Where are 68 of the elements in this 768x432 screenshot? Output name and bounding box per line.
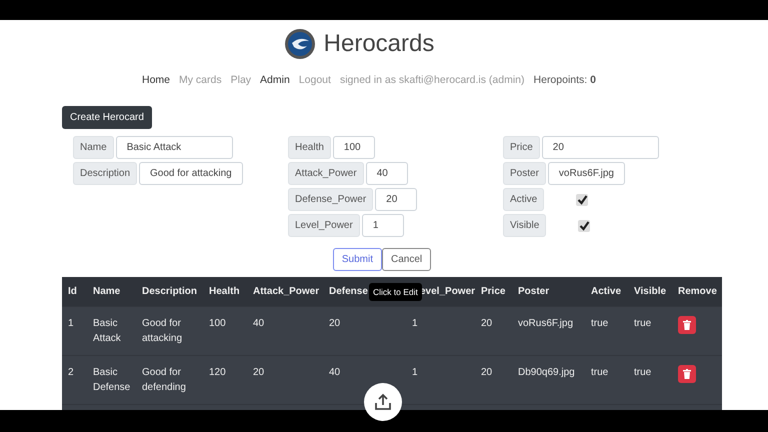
- table-cell: 40: [329, 367, 340, 378]
- table-cell: 100: [209, 318, 226, 329]
- checkbox[interactable]: [576, 194, 588, 206]
- column-header: Id: [68, 286, 77, 297]
- table-cell: 1: [412, 367, 418, 378]
- field-label: Visible: [503, 214, 546, 237]
- delete-button[interactable]: [678, 365, 696, 383]
- tooltip: Click to Edit: [369, 283, 422, 301]
- create-herocard-button[interactable]: Create Herocard: [62, 106, 152, 129]
- input-field[interactable]: 100: [332, 136, 375, 159]
- table-cell: true: [634, 367, 652, 378]
- table-cell: 20: [481, 318, 492, 329]
- trash-icon: [683, 320, 691, 330]
- input-field[interactable]: 20: [375, 188, 418, 211]
- column-header: Name: [93, 286, 120, 297]
- site-title: Herocards: [324, 30, 434, 58]
- nav-link[interactable]: Home: [142, 74, 170, 86]
- form-button[interactable]: Submit: [332, 248, 382, 271]
- table-cell: Good for defending: [142, 367, 186, 393]
- field-label: Active: [503, 188, 544, 211]
- field-label: Defense_Power: [288, 188, 374, 211]
- column-header: evel_Power: [420, 286, 476, 297]
- trash-icon: [683, 369, 691, 379]
- field-label: Price: [503, 136, 540, 159]
- table-cell: 20: [481, 367, 492, 378]
- form-button[interactable]: Cancel: [382, 248, 432, 271]
- table-cell: 40: [253, 318, 264, 329]
- field-label: Attack_Power: [288, 162, 364, 185]
- input-field[interactable]: 1: [362, 214, 404, 237]
- input-field[interactable]: 40: [366, 162, 408, 185]
- input-field[interactable]: 20: [542, 136, 659, 159]
- column-header: Health: [209, 286, 240, 297]
- delete-button[interactable]: [678, 316, 696, 334]
- table-cell: 20: [329, 318, 340, 329]
- column-header: Price: [481, 286, 506, 297]
- table-cell: 1: [68, 318, 74, 329]
- field-label: Health: [288, 136, 331, 159]
- field-label: Name: [73, 136, 114, 159]
- field-label: Description: [73, 162, 138, 185]
- table-cell: 1: [412, 318, 418, 329]
- table-cell: 120: [209, 367, 226, 378]
- checkbox[interactable]: [578, 220, 590, 232]
- input-field[interactable]: Good for attacking: [139, 162, 243, 185]
- logo-icon: [284, 28, 316, 60]
- heropoints-text: Heropoints: 0: [534, 74, 596, 86]
- column-header: Remove: [678, 286, 717, 297]
- input-field[interactable]: voRus6F.jpg: [548, 162, 625, 185]
- nav-link[interactable]: Admin: [260, 74, 290, 86]
- column-header: Poster: [518, 286, 550, 297]
- field-label: Level_Power: [288, 214, 360, 237]
- table-cell: true: [634, 318, 652, 329]
- input-field[interactable]: Basic Attack: [116, 136, 233, 159]
- column-header: Active: [591, 286, 622, 297]
- table-cell: Basic Defense: [93, 367, 130, 393]
- column-header: Defense: [329, 286, 368, 297]
- table-cell: Basic Attack: [93, 318, 121, 344]
- signed-in-text: signed in as skafti@herocard.is (admin): [340, 74, 525, 86]
- table-cell: 20: [253, 367, 264, 378]
- field-label: Poster: [503, 162, 546, 185]
- column-header: Visible: [634, 286, 666, 297]
- table-cell: Good for attacking: [142, 318, 182, 344]
- table-cell: true: [591, 318, 608, 329]
- table-cell: 2: [68, 367, 74, 378]
- table-cell: Db90q69.jpg: [518, 367, 575, 378]
- table-cell: voRus6F.jpg: [518, 318, 574, 329]
- column-header: Attack_Power: [253, 286, 320, 297]
- table-cell: true: [591, 367, 608, 378]
- column-header: Description: [142, 286, 198, 297]
